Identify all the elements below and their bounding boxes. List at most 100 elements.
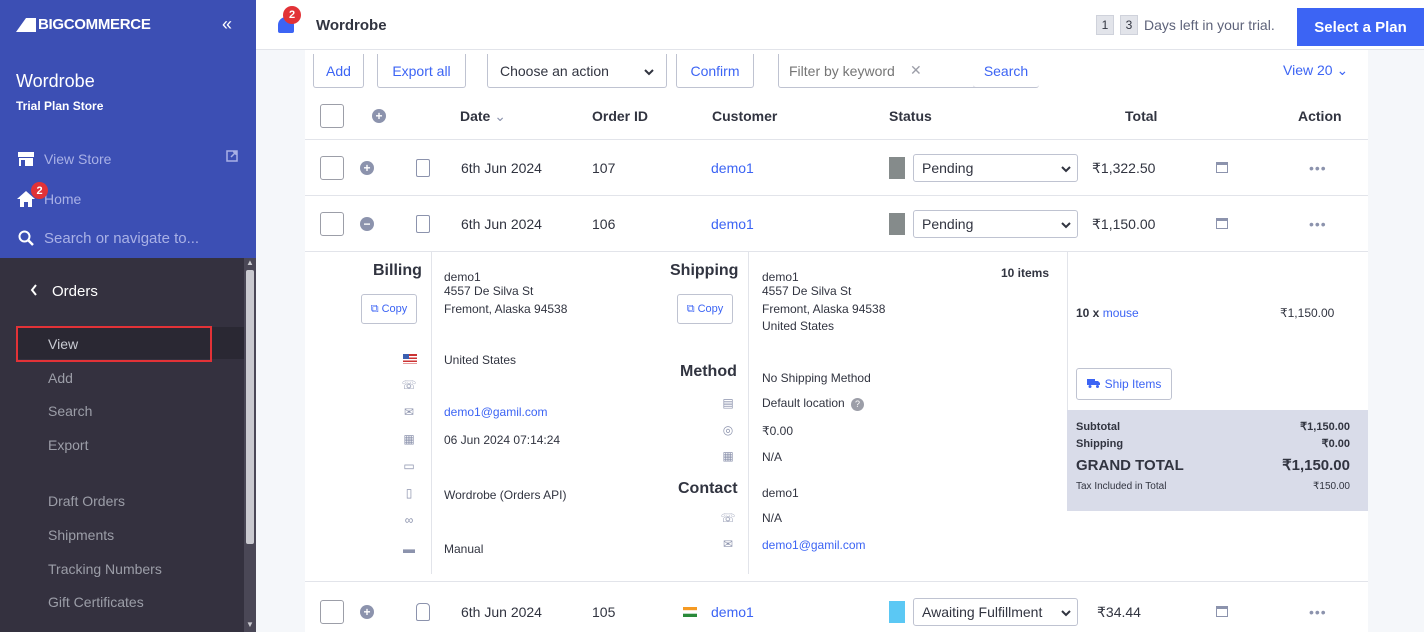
store-name: Wordrobe	[16, 71, 95, 91]
order-date: 6th Jun 2024	[461, 216, 542, 232]
chevron-down-icon	[1061, 604, 1071, 620]
nav-item-export[interactable]: Export	[48, 437, 88, 453]
line-item-product-link[interactable]: mouse	[1103, 306, 1139, 320]
table-row[interactable]: − 6th Jun 2024 106 demo1 Pending ₹1,150.…	[305, 196, 1368, 252]
home-label: Home	[44, 191, 82, 207]
copy-shipping-button[interactable]: ⧉ Copy	[677, 294, 733, 324]
shipping-total-label: Shipping	[1076, 438, 1124, 450]
nav-item-draft-orders[interactable]: Draft Orders	[48, 493, 125, 509]
shipping-date: N/A	[762, 450, 783, 464]
expand-all-icon[interactable]: +	[372, 109, 386, 123]
expand-row-icon[interactable]: +	[360, 605, 374, 619]
view-count-value: View 20	[1283, 62, 1333, 78]
scroll-up-arrow-icon[interactable]: ▲	[246, 258, 254, 267]
shipping-cost: ₹0.00	[762, 424, 793, 438]
contact-phone: N/A	[762, 511, 783, 525]
nav-item-view[interactable]: View	[48, 336, 78, 352]
external-link-icon[interactable]	[226, 150, 238, 165]
brand-logo[interactable]: BIGCOMMERCE	[16, 14, 151, 34]
customer-column-header: Customer	[712, 108, 778, 124]
status-control: Pending	[889, 210, 1078, 238]
navigation-search[interactable]: Search or navigate to...	[16, 229, 199, 247]
calendar-icon[interactable]	[1216, 162, 1228, 173]
view-store-label: View Store	[44, 151, 112, 167]
customer-link[interactable]: demo1	[711, 160, 754, 176]
export-all-button[interactable]: Export all	[377, 54, 466, 88]
date-column-header[interactable]: Date ⌄	[460, 108, 506, 125]
trial-text: Days left in your trial.	[1144, 17, 1275, 33]
shipping-method: No Shipping Method	[762, 371, 871, 385]
more-actions-icon[interactable]: •••	[1309, 216, 1327, 232]
view-store-link[interactable]: View Store	[16, 150, 111, 168]
trial-digit: 3	[1120, 15, 1138, 35]
tax-label: Tax Included in Total	[1076, 481, 1167, 492]
table-row[interactable]: + 6th Jun 2024 107 demo1 Pending ₹1,322.…	[305, 140, 1368, 196]
scroll-down-arrow-icon[interactable]: ▼	[246, 620, 254, 629]
row-checkbox[interactable]	[320, 156, 344, 180]
billing-name: demo1	[444, 270, 481, 284]
select-plan-button[interactable]: Select a Plan	[1297, 8, 1424, 46]
row-checkbox[interactable]	[320, 212, 344, 236]
chevron-down-icon	[1061, 216, 1071, 232]
more-actions-icon[interactable]: •••	[1309, 160, 1327, 176]
home-link[interactable]: Home	[16, 190, 81, 208]
row-checkbox[interactable]	[320, 600, 344, 624]
view-count-select[interactable]: View 20 ⌄	[1283, 62, 1348, 79]
calendar-icon[interactable]	[1216, 606, 1228, 617]
chevron-down-icon: ⌄	[1336, 62, 1349, 78]
status-select[interactable]: Pending	[913, 210, 1078, 238]
orders-section-back[interactable]: Orders	[30, 283, 98, 300]
confirm-button[interactable]: Confirm	[676, 54, 754, 88]
sidebar-scrollbar-thumb[interactable]	[246, 270, 254, 544]
expand-row-icon[interactable]: +	[360, 161, 374, 175]
more-actions-icon[interactable]: •••	[1309, 604, 1327, 620]
collapse-row-icon[interactable]: −	[360, 217, 374, 231]
status-control: Awaiting Fulfillment	[889, 598, 1078, 626]
contact-email-link[interactable]: demo1@gamil.com	[762, 538, 866, 552]
search-button[interactable]: Search	[973, 54, 1039, 88]
nav-item-add[interactable]: Add	[48, 370, 73, 386]
select-all-checkbox[interactable]	[320, 104, 344, 128]
status-color-swatch	[889, 157, 905, 179]
nav-item-gift-certificates[interactable]: Gift Certificates	[48, 594, 144, 610]
document-icon	[416, 159, 430, 177]
store-plan: Trial Plan Store	[16, 99, 104, 113]
store-title: Wordrobe	[316, 17, 387, 34]
divider	[431, 252, 432, 574]
orders-panel: Add Export all Choose an action Confirm …	[305, 50, 1368, 632]
filter-input[interactable]	[789, 62, 904, 79]
copy-billing-button[interactable]: ⧉ Copy	[361, 294, 417, 324]
trial-digit: 1	[1096, 15, 1114, 35]
ship-items-button[interactable]: Ship Items	[1076, 368, 1172, 400]
customer-link[interactable]: demo1	[711, 216, 754, 232]
nav-item-tracking-numbers[interactable]: Tracking Numbers	[48, 561, 162, 577]
calendar-icon[interactable]	[1216, 218, 1228, 229]
customer-link[interactable]: demo1	[711, 604, 754, 620]
email-icon: ✉	[403, 405, 415, 419]
order-date: 6th Jun 2024	[461, 160, 542, 176]
clear-filter-icon[interactable]: ✕	[910, 62, 922, 79]
top-bar: 2 Wordrobe 1 3 Days left in your trial. …	[256, 0, 1424, 50]
nav-item-search[interactable]: Search	[48, 403, 92, 419]
action-select[interactable]: Choose an action	[487, 54, 667, 88]
section-title: Orders	[52, 283, 98, 300]
copy-icon: ⧉	[686, 302, 698, 315]
sidebar-header: BIGCOMMERCE « Wordrobe Trial Plan Store …	[0, 0, 256, 258]
nav-item-shipments[interactable]: Shipments	[48, 527, 114, 543]
billing-heading: Billing	[373, 262, 422, 279]
status-select[interactable]: Awaiting Fulfillment	[913, 598, 1078, 626]
us-flag-icon	[403, 354, 417, 364]
add-button[interactable]: Add	[313, 54, 364, 88]
home-notification-badge: 2	[31, 182, 48, 199]
bag-icon	[416, 603, 430, 621]
billing-email-link[interactable]: demo1@gamil.com	[444, 405, 548, 419]
shipping-street: 4557 De Silva St	[762, 284, 852, 298]
help-icon[interactable]: ?	[851, 398, 865, 411]
collapse-sidebar-button[interactable]: «	[222, 14, 232, 35]
status-select[interactable]: Pending	[913, 154, 1078, 182]
table-row[interactable]: + 6th Jun 2024 105 demo1 Awaiting Fulfil…	[305, 584, 1368, 632]
search-icon	[16, 229, 36, 247]
india-flag-icon	[683, 607, 697, 617]
notifications-badge: 2	[283, 6, 301, 24]
monitor-icon: ▭	[403, 459, 415, 473]
